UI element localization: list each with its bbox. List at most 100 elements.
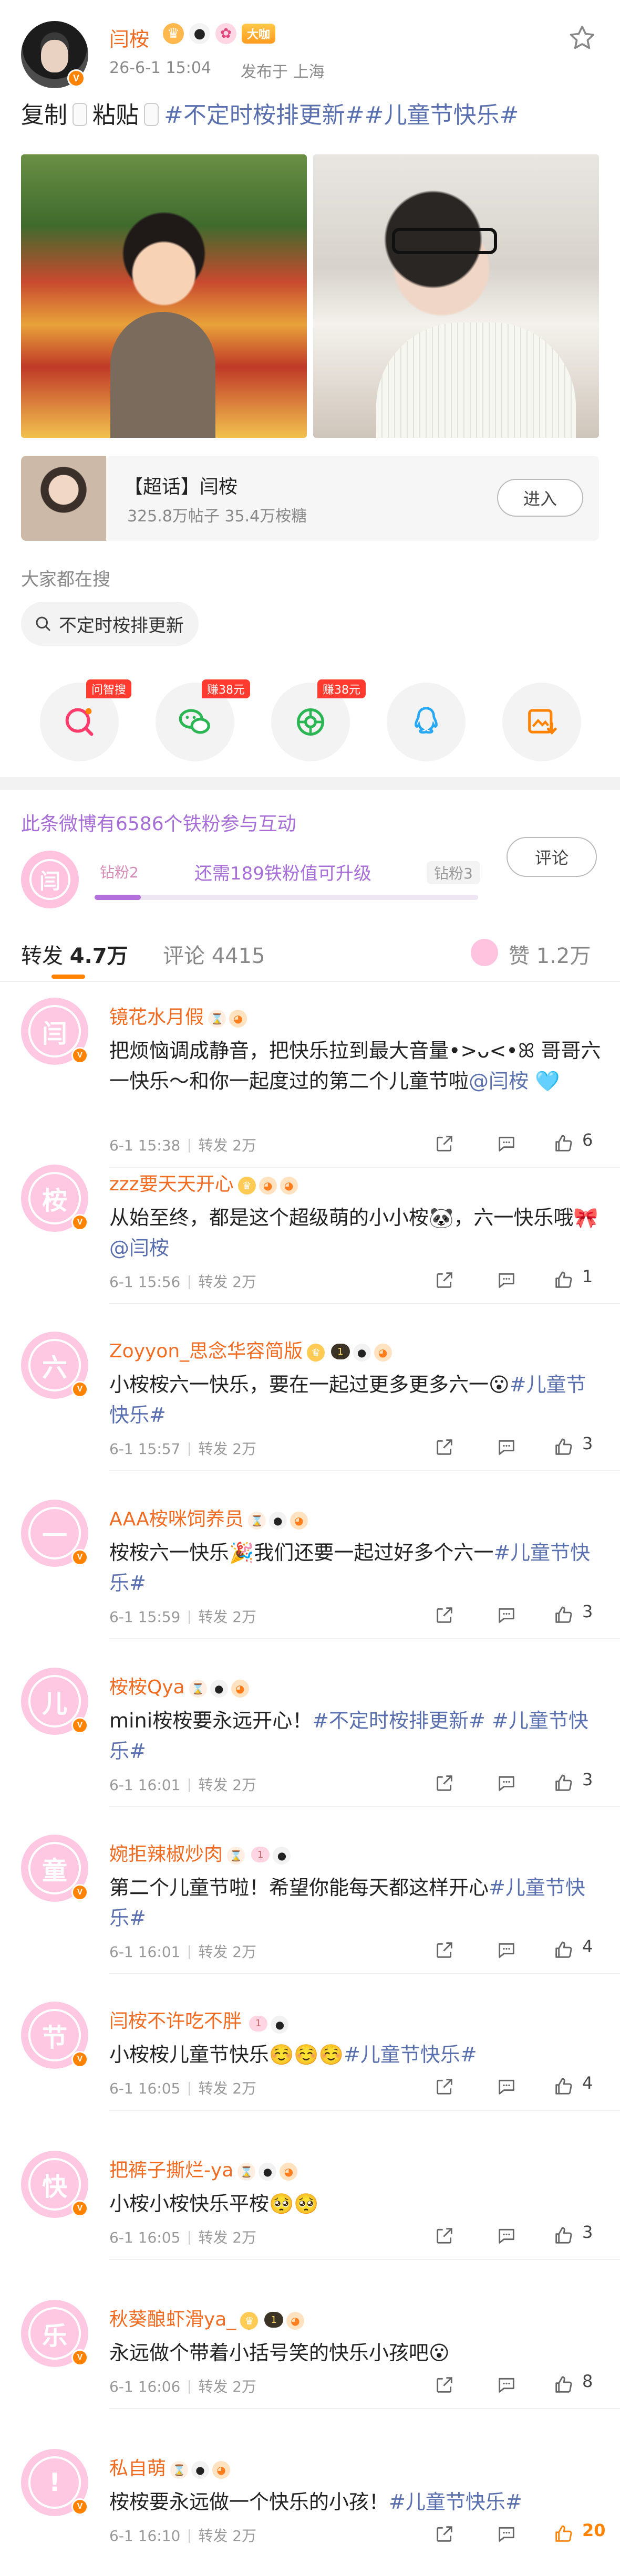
post-hashtags[interactable]: #不定时桉排更新##儿童节快乐#: [164, 102, 519, 129]
fan-level-pill: 1: [331, 1344, 350, 1359]
thumb-up-icon[interactable]: [549, 1432, 578, 1462]
hourglass-icon: ⌛: [247, 1512, 266, 1530]
thumb-up-icon[interactable]: [549, 1265, 578, 1295]
comment-icon[interactable]: [492, 1265, 521, 1295]
comment-icon[interactable]: [492, 2221, 521, 2250]
ask-search-icon: [65, 708, 94, 736]
comment-repost-count: 转发 2万: [198, 1943, 257, 1961]
row-divider: [109, 1470, 620, 1471]
thumb-up-icon[interactable]: [549, 2221, 578, 2250]
commenter-name[interactable]: zzz要天天开心 ♛ ◕ ◕: [109, 1169, 298, 1196]
verified-icon: V: [71, 2498, 88, 2515]
thumb-up-icon[interactable]: [549, 2072, 578, 2101]
share-icon[interactable]: [430, 1935, 459, 1965]
commenter-name[interactable]: 镜花水月假 ⌛ ◕: [109, 1002, 247, 1029]
row-divider: [109, 1806, 620, 1807]
commenter-avatar[interactable]: 闫V: [21, 998, 88, 1065]
tab-likes[interactable]: 赞 1.2万: [509, 939, 591, 969]
thumb-up-icon[interactable]: [549, 1935, 578, 1965]
like-count: 3: [582, 1433, 593, 1453]
commenter-avatar[interactable]: 乐V: [21, 2300, 88, 2367]
commenter-name[interactable]: 私自萌 ⌛ ● ◕: [109, 2453, 231, 2480]
commenter-avatar[interactable]: 一V: [21, 1500, 88, 1567]
comment-icon[interactable]: [492, 1935, 521, 1965]
post-photo-child[interactable]: [21, 154, 307, 438]
comment-text: 小桉小桉快乐平桉🥺🥺: [109, 2192, 319, 2215]
like-count: 1: [582, 1266, 593, 1286]
fan-level-current: 钻粉2: [100, 864, 139, 881]
commenter-name[interactable]: Zoyyon_思念华容简版 ♛ 1 ● ◕: [109, 1336, 392, 1363]
share-icon[interactable]: [430, 1265, 459, 1295]
verified-icon: V: [71, 1549, 88, 1566]
commenter-avatar[interactable]: 儿V: [21, 1668, 88, 1735]
comment-icon[interactable]: [492, 2072, 521, 2101]
commenter-name[interactable]: 秋葵酿虾滑ya_ ♛ 1 ◕: [109, 2304, 304, 2331]
comment-text: 小桉桉儿童节快乐☺️☺️☺️#儿童节快乐#: [109, 2043, 477, 2066]
thumb-up-icon[interactable]: [549, 1129, 578, 1158]
commenter-avatar[interactable]: ! V: [21, 2449, 88, 2516]
post-photo-adult[interactable]: [313, 154, 599, 438]
tablet-icon: [73, 103, 87, 126]
comment-icon[interactable]: [492, 1768, 521, 1798]
commenter-name[interactable]: AAA桉咪饲养员 ⌛ ● ◕: [109, 1504, 308, 1531]
comment-repost-count: 转发 2万: [198, 1776, 257, 1794]
commenter-name[interactable]: 把裤子撕烂-ya ⌛ ● ◕: [109, 2155, 298, 2182]
commenter-name[interactable]: 婉拒辣椒炒肉 ⌛ 1 ●: [109, 1839, 291, 1866]
search-chip[interactable]: 不定时桉排更新: [21, 602, 199, 646]
share-icon[interactable]: [430, 1600, 459, 1630]
comment-icon[interactable]: [492, 2370, 521, 2400]
share-icon[interactable]: [430, 2072, 459, 2101]
comment-icon[interactable]: [492, 1600, 521, 1630]
comment-icon[interactable]: [492, 1129, 521, 1158]
like-count: 20: [582, 2520, 606, 2540]
comment-repost-count: 转发 2万: [198, 1137, 257, 1154]
fox-icon: ◕: [231, 1680, 249, 1698]
moments-share-button[interactable]: 赚38元: [271, 679, 366, 761]
tab-reposts[interactable]: 转发 4.7万: [21, 939, 128, 969]
thumb-up-icon[interactable]: [549, 2519, 578, 2549]
comment-repost-count: 转发 2万: [198, 2229, 257, 2246]
search-icon: [36, 616, 50, 631]
share-icon[interactable]: [430, 2519, 459, 2549]
commenter-avatar[interactable]: 节V: [21, 2002, 88, 2069]
share-icon[interactable]: [430, 2370, 459, 2400]
thumb-up-icon[interactable]: [549, 1600, 578, 1630]
comment-time: 6-1 16:06: [109, 2378, 181, 2395]
commenter-avatar[interactable]: 六V: [21, 1332, 88, 1399]
hourglass-icon: ⌛: [227, 1847, 245, 1865]
moments-icon: [297, 708, 324, 736]
fan-level-avatar: 闫: [21, 851, 79, 908]
thumb-up-icon[interactable]: [549, 1768, 578, 1798]
ask-search-button[interactable]: 问智搜: [40, 679, 132, 761]
commenter-avatar[interactable]: 快V: [21, 2151, 88, 2218]
commenter-name[interactable]: 桉桉Qya ⌛ ● ◕: [109, 1672, 249, 1699]
comment-button[interactable]: 评论: [507, 837, 597, 877]
panda-icon: ●: [273, 1847, 291, 1865]
super-topic-card[interactable]: 【超话】闫桉 325.8万帖子 35.4万桉糖 进入: [21, 456, 599, 541]
commenter-avatar[interactable]: 桉V: [21, 1165, 88, 1232]
favorite-star-icon[interactable]: [565, 21, 599, 55]
save-image-button[interactable]: [502, 683, 581, 761]
comment-repost-count: 转发 2万: [198, 2378, 257, 2395]
comment-meta: 6-1 16:01 转发 2万: [109, 1774, 256, 1795]
share-icon[interactable]: [430, 2221, 459, 2250]
commenter-avatar[interactable]: 童V: [21, 1835, 88, 1902]
thumb-up-icon[interactable]: [549, 2370, 578, 2400]
share-icon[interactable]: [430, 1768, 459, 1798]
comment-icon[interactable]: [492, 1432, 521, 1462]
share-icon[interactable]: [430, 1432, 459, 1462]
moments-reward-badge: 赚38元: [317, 679, 366, 698]
commenter-name[interactable]: 闫桉不许吃不胖 1 ●: [109, 2006, 289, 2034]
author-name[interactable]: 闫桉: [109, 23, 149, 52]
wechat-share-button[interactable]: 赚38元: [156, 679, 250, 761]
qq-share-button[interactable]: [387, 683, 466, 761]
feedback-tabs: 转发 4.7万 评论 4415 赞 1.2万: [0, 924, 620, 982]
comment-meta: 6-1 16:05 转发 2万: [109, 2226, 256, 2247]
comment-icon[interactable]: [492, 2519, 521, 2549]
like-count: 3: [582, 2222, 593, 2242]
comment-time: 6-1 16:05: [109, 2080, 181, 2097]
enter-topic-button[interactable]: 进入: [497, 479, 583, 517]
tab-comments[interactable]: 评论 4415: [163, 939, 265, 969]
share-icon[interactable]: [430, 1129, 459, 1158]
post-text-paste: 粘贴: [92, 102, 139, 129]
